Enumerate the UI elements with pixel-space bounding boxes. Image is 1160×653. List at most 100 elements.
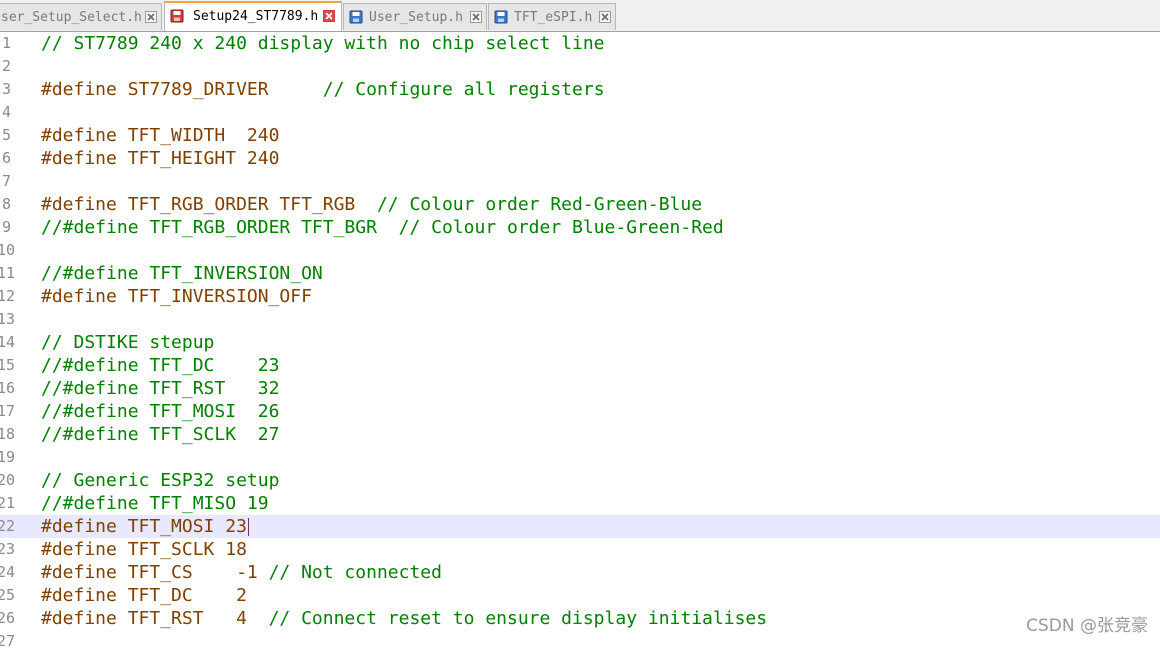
code-line[interactable]: 26 #define TFT_RST 4 // Connect reset to … [0, 607, 1160, 630]
code-text: //#define TFT_MISO 19 [41, 493, 269, 514]
code-line[interactable]: 16 //#define TFT_RST 32 [0, 377, 1160, 400]
comment-text: //#define TFT_RST 32 [41, 378, 280, 399]
code-line[interactable]: 12 #define TFT_INVERSION_OFF [0, 285, 1160, 308]
tab-title: Setup24_ST7789.h [193, 9, 319, 24]
line-number: 12 [0, 287, 16, 305]
code-line[interactable]: 11 //#define TFT_INVERSION_ON [0, 262, 1160, 285]
code-line[interactable]: 6 #define TFT_HEIGHT 240 [0, 147, 1160, 170]
code-line[interactable]: 19 [0, 446, 1160, 469]
code-text: #define ST7789_DRIVER // Configure all r… [41, 79, 605, 100]
code-text: // ST7789 240 x 240 display with no chip… [41, 33, 605, 54]
unsaved-file-icon [170, 9, 184, 23]
code-text: //#define TFT_DC 23 [41, 355, 279, 376]
close-icon[interactable] [599, 11, 611, 23]
preprocessor-text: #define TFT_INVERSION_OFF [41, 286, 312, 307]
inline-comment: // Not connected [268, 562, 442, 583]
line-number: 26 [0, 609, 16, 627]
comment-text: //#define TFT_INVERSION_ON [41, 263, 323, 284]
line-number: 10 [0, 241, 16, 259]
code-line[interactable]: 7 [0, 170, 1160, 193]
tab-user-setup-select[interactable]: ser_Setup_Select.h [0, 3, 162, 30]
code-text: //#define TFT_SCLK 27 [41, 424, 279, 445]
code-editor[interactable]: 1 // ST7789 240 x 240 display with no chi… [0, 32, 1160, 650]
code-line[interactable]: 4 [0, 101, 1160, 124]
code-text: #define TFT_INVERSION_OFF [41, 286, 312, 307]
code-text: #define TFT_CS -1 // Not connected [41, 562, 442, 583]
comment-text: // Generic ESP32 setup [41, 470, 280, 491]
code-line[interactable]: 22 #define TFT_MOSI 23 [0, 515, 1160, 538]
line-number: 22 [0, 517, 16, 535]
line-number: 24 [0, 563, 16, 581]
code-text: #define TFT_RGB_ORDER TFT_RGB // Colour … [41, 194, 702, 215]
code-line[interactable]: 24 #define TFT_CS -1 // Not connected [0, 561, 1160, 584]
code-text: //#define TFT_MOSI 26 [41, 401, 279, 422]
code-text: #define TFT_SCLK 18 [41, 539, 247, 560]
code-text: //#define TFT_INVERSION_ON [41, 263, 323, 284]
tab-title: TFT_eSPI.h [514, 10, 593, 25]
preprocessor-text: #define ST7789_DRIVER [41, 79, 323, 100]
comment-text: // DSTIKE stepup [41, 332, 215, 353]
tab-setup24-st7789[interactable]: Setup24_ST7789.h [164, 1, 342, 31]
tab-user-setup[interactable]: User_Setup.h [343, 3, 487, 30]
line-number: 25 [0, 586, 16, 604]
close-icon[interactable] [323, 10, 335, 22]
preprocessor-text: #define TFT_SCLK 18 [41, 539, 247, 560]
code-line[interactable]: 9 //#define TFT_RGB_ORDER TFT_BGR // Colo… [0, 216, 1160, 239]
code-text: #define TFT_RST 4 // Connect reset to en… [41, 608, 767, 629]
inline-comment: // Connect reset to ensure display initi… [268, 608, 768, 629]
code-line[interactable]: 17 //#define TFT_MOSI 26 [0, 400, 1160, 423]
watermark: CSDN @张竞豪 [1026, 616, 1148, 636]
line-number: 19 [0, 448, 16, 466]
code-line[interactable]: 10 [0, 239, 1160, 262]
code-line[interactable]: 2 [0, 55, 1160, 78]
code-line[interactable]: 23 #define TFT_SCLK 18 [0, 538, 1160, 561]
line-number: 13 [0, 310, 16, 328]
code-line[interactable]: 3 #define ST7789_DRIVER // Configure all … [0, 78, 1160, 101]
tab-title: ser_Setup_Select.h [1, 10, 142, 25]
comment-text: //#define TFT_DC 23 [41, 355, 280, 376]
preprocessor-text: #define TFT_CS -1 [41, 562, 269, 583]
preprocessor-text: #define TFT_RGB_ORDER TFT_RGB [41, 194, 377, 215]
code-line[interactable]: 8 #define TFT_RGB_ORDER TFT_RGB // Colour… [0, 193, 1160, 216]
comment-text: //#define TFT_MOSI 26 [41, 401, 280, 422]
line-number: 8 [1, 195, 11, 213]
code-line[interactable]: 20 // Generic ESP32 setup [0, 469, 1160, 492]
line-number: 4 [1, 103, 11, 121]
comment-text: //#define TFT_SCLK 27 [41, 424, 280, 445]
code-line[interactable]: 15 //#define TFT_DC 23 [0, 354, 1160, 377]
code-line[interactable]: 18 //#define TFT_SCLK 27 [0, 423, 1160, 446]
close-icon[interactable] [470, 11, 482, 23]
saved-file-icon [349, 10, 363, 24]
saved-file-icon [494, 10, 508, 24]
line-number: 23 [0, 540, 16, 558]
close-icon[interactable] [145, 11, 157, 23]
code-text: #define TFT_HEIGHT 240 [41, 148, 279, 169]
tab-bar: ser_Setup_Select.h Setup24_ST7789.h User… [0, 0, 1160, 32]
code-line[interactable]: 1 // ST7789 240 x 240 display with no chi… [0, 32, 1160, 55]
line-number: 21 [0, 494, 16, 512]
code-line[interactable]: 14 // DSTIKE stepup [0, 331, 1160, 354]
preprocessor-text: #define TFT_MOSI 23 [41, 516, 247, 537]
code-text: //#define TFT_RGB_ORDER TFT_BGR // Colou… [41, 217, 724, 238]
code-line[interactable]: 13 [0, 308, 1160, 331]
line-number: 18 [0, 425, 16, 443]
code-text: #define TFT_MOSI 23 [41, 516, 247, 537]
code-text: //#define TFT_RST 32 [41, 378, 279, 399]
inline-comment: // Colour order Red-Green-Blue [376, 194, 703, 215]
code-line[interactable]: 5 #define TFT_WIDTH 240 [0, 124, 1160, 147]
inline-comment: // Configure all registers [322, 79, 605, 100]
code-text: #define TFT_DC 2 [41, 585, 247, 606]
tab-tft-espi[interactable]: TFT_eSPI.h [488, 3, 616, 30]
code-text: // DSTIKE stepup [41, 332, 214, 353]
line-number: 27 [0, 632, 16, 650]
line-number: 17 [0, 402, 16, 420]
code-text: // Generic ESP32 setup [41, 470, 279, 491]
tab-title: User_Setup.h [369, 10, 463, 25]
code-line[interactable]: 25 #define TFT_DC 2 [0, 584, 1160, 607]
line-number: 3 [1, 80, 11, 98]
line-number: 16 [0, 379, 16, 397]
code-line[interactable]: 21 //#define TFT_MISO 19 [0, 492, 1160, 515]
comment-text: //#define TFT_RGB_ORDER TFT_BGR // Colou… [41, 217, 724, 238]
line-number: 14 [0, 333, 16, 351]
code-text: #define TFT_WIDTH 240 [41, 125, 279, 146]
